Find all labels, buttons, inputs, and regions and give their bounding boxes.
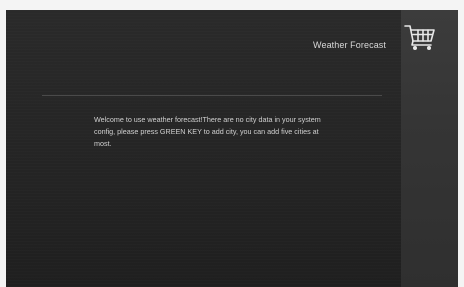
header-divider [42, 95, 382, 96]
tv-frame: Weather Forecast Welcome to use weather … [0, 0, 464, 287]
weather-screen: Weather Forecast Welcome to use weather … [6, 10, 458, 287]
page-title: Weather Forecast [313, 40, 386, 50]
no-city-message: Welcome to use weather forecast!There ar… [94, 115, 321, 148]
shopping-cart-icon[interactable] [403, 22, 437, 52]
